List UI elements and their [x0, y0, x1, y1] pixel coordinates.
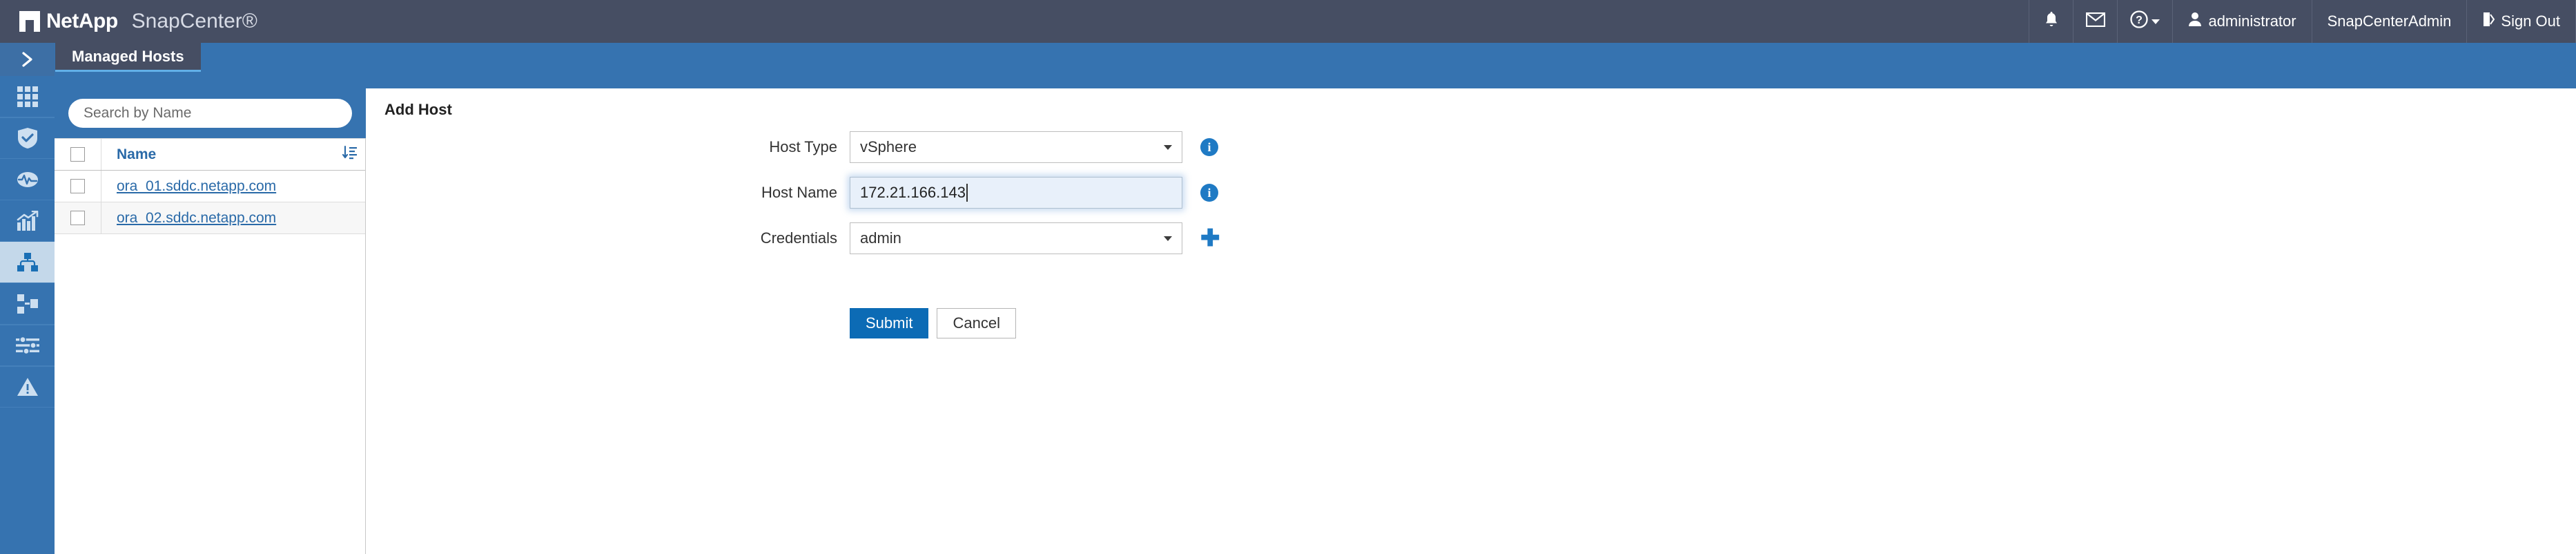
- bell-icon: [2044, 11, 2059, 32]
- host-name-cell: ora_01.sddc.netapp.com: [101, 178, 335, 195]
- host-link[interactable]: ora_02.sddc.netapp.com: [117, 210, 276, 227]
- sidebar-item-settings[interactable]: [0, 325, 55, 366]
- notifications-button[interactable]: [2029, 0, 2073, 43]
- host-type-value: vSphere: [860, 138, 917, 155]
- checkbox-icon[interactable]: [70, 211, 85, 225]
- host-type-label: Host Type: [769, 138, 837, 155]
- row-select-cell[interactable]: [55, 202, 101, 233]
- main-content: Add Host Host Type vSphere i Host Name 1…: [367, 88, 2576, 554]
- form-row-host-type: Host Type vSphere i: [367, 131, 1220, 163]
- tab-managed-hosts[interactable]: Managed Hosts: [55, 43, 201, 72]
- sort-button[interactable]: [335, 145, 365, 164]
- role-label: SnapCenterAdmin: [2327, 12, 2452, 30]
- sub-header-band: [0, 43, 2576, 88]
- chevron-down-icon: [2151, 19, 2160, 24]
- storage-systems-icon: [17, 294, 39, 314]
- credentials-select[interactable]: admin: [850, 222, 1182, 254]
- select-all-cell[interactable]: [55, 139, 101, 170]
- svg-text:?: ?: [2136, 15, 2143, 26]
- hosts-network-icon: [17, 252, 39, 272]
- product-name: SnapCenter®: [131, 10, 257, 32]
- sort-descending-icon: [342, 145, 358, 164]
- envelope-icon: [2085, 12, 2106, 31]
- credentials-field-wrap: admin: [850, 222, 1182, 254]
- chevron-down-icon: [1164, 236, 1172, 241]
- sidebar-item-alerts[interactable]: [0, 366, 55, 408]
- sidebar-item-monitor[interactable]: [0, 159, 55, 200]
- messages-button[interactable]: [2073, 0, 2117, 43]
- monitor-pulse-icon: [17, 169, 39, 191]
- credentials-label: Credentials: [760, 229, 837, 247]
- info-icon[interactable]: i: [1200, 138, 1218, 156]
- bar-chart-trend-icon: [17, 210, 39, 231]
- host-link[interactable]: ora_01.sddc.netapp.com: [117, 178, 276, 195]
- shield-check-icon: [17, 127, 38, 149]
- header-actions: ? administrator SnapCenterAdmin Sign Out: [2029, 0, 2576, 43]
- text-cursor-icon: [966, 184, 968, 202]
- page-title: Add Host: [384, 101, 452, 118]
- sign-out-button[interactable]: Sign Out: [2466, 0, 2576, 43]
- host-name-info[interactable]: i: [1200, 184, 1218, 202]
- role-label-cell[interactable]: SnapCenterAdmin: [2311, 0, 2467, 43]
- submit-button[interactable]: Submit: [850, 308, 929, 338]
- plus-icon[interactable]: ✚: [1200, 227, 1220, 250]
- icon-sidebar: [0, 43, 55, 554]
- host-name-cell: ora_02.sddc.netapp.com: [101, 210, 335, 227]
- credentials-value: admin: [860, 229, 901, 247]
- host-type-select[interactable]: vSphere: [850, 131, 1182, 163]
- managed-hosts-panel: Managed Hosts Name: [55, 43, 366, 554]
- host-name-input[interactable]: 172.21.166.143: [850, 177, 1182, 209]
- host-name-label: Host Name: [761, 184, 837, 201]
- help-menu-button[interactable]: ?: [2117, 0, 2172, 43]
- search-input[interactable]: [68, 99, 352, 128]
- sidebar-item-expand[interactable]: [0, 43, 55, 76]
- table-row[interactable]: ora_01.sddc.netapp.com: [55, 171, 365, 202]
- host-table: Name ora_01.sddc.netapp.com ora_02.sddc.…: [55, 138, 365, 234]
- dashboard-grid-icon: [17, 86, 38, 107]
- sliders-settings-icon: [15, 336, 39, 354]
- form-row-host-name: Host Name 172.21.166.143 i: [367, 177, 1220, 209]
- sidebar-item-storage-systems[interactable]: [0, 283, 55, 325]
- form-actions: Submit Cancel: [850, 308, 1016, 338]
- user-name-label: administrator: [2208, 12, 2296, 30]
- sidebar-item-reports[interactable]: [0, 200, 55, 242]
- help-circle-icon: ?: [2130, 10, 2149, 32]
- user-icon: [2188, 12, 2202, 31]
- column-header-name[interactable]: Name: [101, 146, 335, 163]
- brand-block: NetApp SnapCenter®: [0, 0, 257, 43]
- sign-out-icon: [2482, 12, 2495, 31]
- sidebar-item-dashboard[interactable]: [0, 76, 55, 117]
- table-header-row: Name: [55, 138, 365, 171]
- search-row: [55, 88, 366, 138]
- tab-strip: Managed Hosts: [55, 43, 366, 88]
- alert-triangle-icon: [17, 377, 39, 397]
- table-row[interactable]: ora_02.sddc.netapp.com: [55, 202, 365, 234]
- info-icon[interactable]: i: [1200, 184, 1218, 202]
- row-select-cell[interactable]: [55, 171, 101, 202]
- host-name-field-wrap: 172.21.166.143: [850, 177, 1182, 209]
- form-row-credentials: Credentials admin ✚: [367, 222, 1220, 254]
- user-menu-button[interactable]: administrator: [2172, 0, 2311, 43]
- chevron-down-icon: [1164, 144, 1172, 150]
- cancel-button[interactable]: Cancel: [937, 308, 1016, 338]
- app-header: NetApp SnapCenter® ? administrator SnapC…: [0, 0, 2576, 43]
- chevron-right-expand-icon: [19, 50, 37, 68]
- netapp-logo-icon: [19, 11, 40, 32]
- brand-name: NetApp: [46, 10, 118, 32]
- sidebar-item-resources[interactable]: [0, 117, 55, 159]
- host-name-value: 172.21.166.143: [860, 184, 966, 201]
- add-host-form: Host Type vSphere i Host Name 172.21.166…: [367, 131, 1220, 268]
- add-credential-button[interactable]: ✚: [1200, 227, 1220, 250]
- host-type-field-wrap: vSphere: [850, 131, 1182, 163]
- checkbox-icon[interactable]: [70, 179, 85, 193]
- sidebar-item-hosts[interactable]: [0, 242, 55, 283]
- host-type-info[interactable]: i: [1200, 138, 1218, 156]
- sign-out-label: Sign Out: [2501, 12, 2560, 30]
- checkbox-icon[interactable]: [70, 147, 85, 162]
